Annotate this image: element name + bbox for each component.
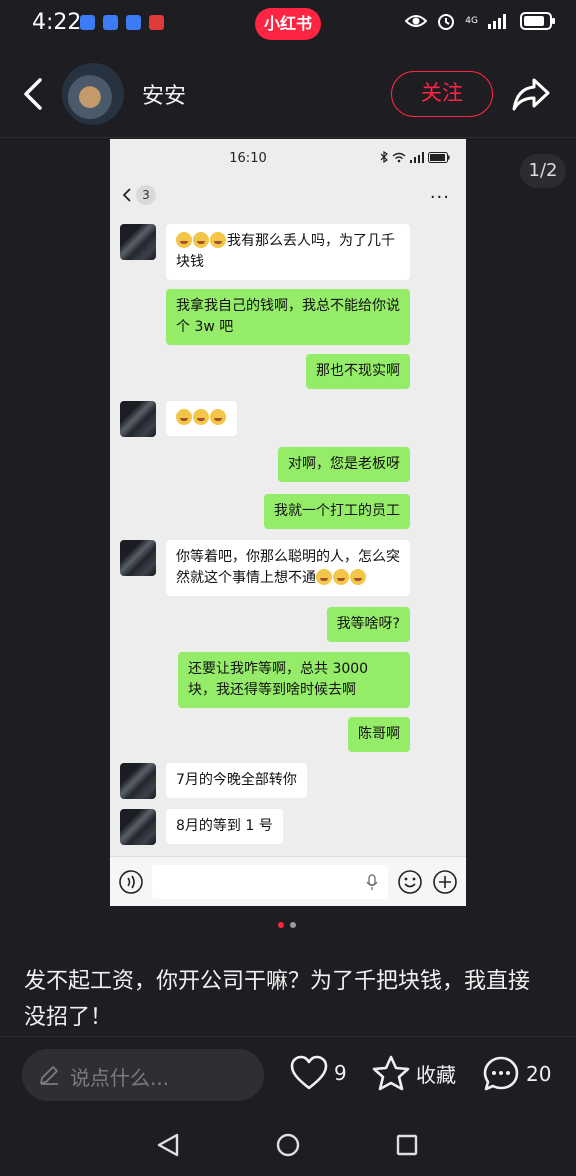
image-pager-dots	[278, 922, 296, 928]
chat-message-outgoing: 我就一个打工的员工	[264, 494, 410, 529]
grimace-emoji-icon	[316, 569, 332, 585]
like-button[interactable]: 9	[290, 1055, 347, 1091]
unread-count-badge: 3	[136, 185, 156, 205]
emoji-icon	[398, 870, 422, 894]
notification-icon	[149, 15, 164, 30]
back-icon[interactable]	[18, 74, 50, 114]
chat-message-incoming: 我有那么丢人吗，为了几千块钱	[166, 224, 410, 280]
chat-message-incoming: 7月的今晚全部转你	[166, 763, 307, 798]
chat-message-outgoing: 那也不现实啊	[306, 354, 410, 389]
grimace-emoji-icon	[176, 409, 192, 425]
contact-avatar	[120, 763, 156, 799]
author-name[interactable]: 安安	[142, 78, 186, 110]
system-navigation-bar	[0, 1112, 576, 1176]
chat-message-outgoing: 我拿我自己的钱啊，我总不能给你说个 3w 吧	[166, 289, 410, 345]
chat-message-incoming: 8月的等到 1 号	[166, 809, 283, 844]
comment-bubble-icon	[483, 1056, 519, 1091]
battery-icon	[520, 12, 555, 30]
nav-back-icon[interactable]	[155, 1132, 181, 1158]
heart-icon	[290, 1055, 328, 1090]
image-page-indicator: 1/2	[520, 154, 566, 188]
pager-dot	[290, 922, 296, 928]
grimace-emoji-icon	[210, 409, 226, 425]
nav-recents-icon[interactable]	[395, 1133, 419, 1157]
status-bar: 4:22 小红书 4G	[0, 0, 576, 48]
chat-message-outgoing: 对啊，您是老板呀	[278, 447, 410, 482]
post-caption: 发不起工资，你开公司干嘛？为了千把块钱，我直接没招了！	[24, 969, 531, 1030]
grimace-emoji-icon	[176, 232, 192, 248]
contact-avatar	[120, 540, 156, 576]
chat-message-incoming: 你等着吧，你那么聪明的人，怎么突然就这个事情上想不通	[166, 540, 410, 596]
alarm-icon	[438, 14, 455, 30]
wifi-icon	[392, 152, 406, 162]
like-count: 9	[334, 1061, 347, 1085]
pager-dot-active	[278, 922, 284, 928]
signal-icon	[410, 151, 424, 163]
grimace-emoji-icon	[193, 232, 209, 248]
star-icon	[372, 1055, 410, 1091]
grimace-emoji-icon	[333, 569, 349, 585]
chat-message-outgoing: 还要让我咋等啊，总共 3000 块，我还得等到啥时候去啊	[178, 652, 410, 708]
battery-icon	[428, 151, 450, 163]
author-avatar[interactable]	[62, 63, 124, 125]
collect-button[interactable]: 收藏	[372, 1055, 456, 1091]
notification-icon	[126, 15, 141, 30]
voice-icon	[119, 870, 143, 894]
bluetooth-icon	[380, 151, 388, 163]
comment-placeholder: 说点什么...	[70, 1066, 170, 1090]
nav-home-icon[interactable]	[275, 1132, 301, 1158]
chat-input-bar	[110, 856, 466, 906]
post-image[interactable]: 16:10 3 ··· 我有那么丢人吗，为了几千块钱 我拿我自己的钱啊，我总不能…	[110, 139, 466, 906]
grimace-emoji-icon	[193, 409, 209, 425]
collect-label: 收藏	[416, 1062, 456, 1087]
chat-back-button: 3	[122, 185, 156, 205]
more-icon: ···	[429, 187, 450, 208]
screenshot-time: 16:10	[229, 151, 267, 166]
comment-count: 20	[526, 1062, 552, 1086]
chat-message-outgoing: 我等啥呀?	[326, 607, 410, 642]
share-icon[interactable]	[510, 74, 552, 114]
follow-button[interactable]: 关注	[391, 71, 493, 117]
app-brand-badge: 小红书	[255, 8, 321, 40]
chevron-left-icon	[122, 188, 131, 202]
chat-text-field	[152, 865, 388, 899]
signal-icon	[488, 14, 506, 29]
plus-icon	[433, 870, 457, 894]
chat-message-incoming	[166, 401, 237, 436]
microphone-icon	[366, 874, 378, 890]
notification-icon	[80, 15, 95, 30]
contact-avatar	[120, 224, 156, 260]
network-type: 4G	[465, 15, 478, 26]
status-time: 4:22	[32, 10, 82, 35]
contact-avatar	[120, 809, 156, 845]
comment-input[interactable]: 说点什么...	[22, 1049, 264, 1101]
eye-icon	[405, 15, 428, 27]
notification-icon	[103, 15, 118, 30]
action-bar: 说点什么... 9 收藏 20	[0, 1036, 576, 1112]
screenshot-status-icons	[380, 151, 450, 163]
pencil-icon	[40, 1066, 58, 1085]
comment-button[interactable]: 20	[482, 1055, 551, 1093]
post-header: 安安 关注	[0, 50, 576, 138]
chat-message-outgoing: 陈哥啊	[348, 717, 410, 752]
contact-avatar	[120, 401, 156, 437]
grimace-emoji-icon	[210, 232, 226, 248]
grimace-emoji-icon	[350, 569, 366, 585]
